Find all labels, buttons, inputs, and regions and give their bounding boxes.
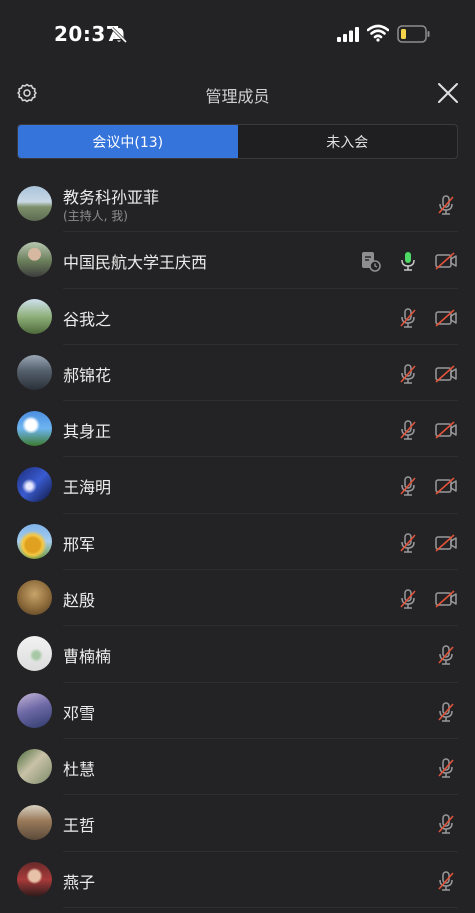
- header: 管理成员: [0, 70, 475, 118]
- status-bar: 20:37: [0, 0, 475, 70]
- avatar: [17, 354, 52, 390]
- member-row[interactable]: 王哲: [0, 795, 475, 852]
- avatar: [17, 636, 52, 672]
- member-name: 王海明: [63, 478, 112, 498]
- cellular-signal-icon: [337, 27, 359, 46]
- member-list: 教务科孙亚菲 (主持人, 我) 中国民航大学王庆西 谷我之 郝锦花 其身正 王海…: [0, 176, 475, 909]
- avatar: [17, 523, 52, 559]
- mic-muted-icon[interactable]: [395, 361, 421, 387]
- member-name: 王哲: [63, 816, 96, 836]
- member-row[interactable]: 燕子: [0, 852, 475, 909]
- member-row[interactable]: 赵殷: [0, 570, 475, 627]
- member-name: 其身正: [63, 422, 112, 442]
- member-name: 燕子: [63, 872, 96, 892]
- member-row[interactable]: 教务科孙亚菲 (主持人, 我): [0, 176, 475, 233]
- member-row[interactable]: 王海明: [0, 457, 475, 515]
- avatar: [17, 748, 52, 784]
- avatar: [17, 692, 52, 728]
- document-clock-icon[interactable]: [357, 248, 383, 274]
- mic-muted-icon[interactable]: [433, 811, 459, 837]
- member-row[interactable]: 邢军: [0, 514, 475, 571]
- camera-off-icon[interactable]: [433, 530, 459, 556]
- mic-muted-icon[interactable]: [433, 642, 459, 668]
- camera-off-icon[interactable]: [433, 417, 459, 443]
- mic-muted-icon[interactable]: [433, 192, 459, 218]
- tab-not-joined[interactable]: 未入会: [238, 125, 458, 158]
- wifi-icon: [366, 24, 390, 46]
- member-role: (主持人, 我): [63, 209, 128, 223]
- avatar: [17, 298, 52, 334]
- member-row[interactable]: 曹楠楠: [0, 626, 475, 683]
- member-name: 杜慧: [63, 759, 96, 779]
- avatar: [17, 805, 52, 841]
- camera-off-icon[interactable]: [433, 361, 459, 387]
- page-title: 管理成员: [205, 87, 270, 106]
- mic-muted-icon[interactable]: [433, 755, 459, 781]
- member-name: 郝锦花: [63, 365, 112, 385]
- member-name: 邢军: [63, 534, 96, 554]
- member-row[interactable]: 中国民航大学王庆西: [0, 232, 475, 289]
- tab-in-meeting[interactable]: 会议中(13): [18, 125, 238, 158]
- avatar: [17, 467, 52, 503]
- mic-active-icon[interactable]: [395, 248, 421, 274]
- camera-off-icon[interactable]: [433, 473, 459, 499]
- member-row[interactable]: 其身正: [0, 401, 475, 458]
- mic-muted-icon[interactable]: [433, 868, 459, 894]
- mic-muted-icon[interactable]: [395, 586, 421, 612]
- avatar: [17, 861, 52, 897]
- member-row[interactable]: 邓雪: [0, 683, 475, 740]
- member-row[interactable]: 谷我之: [0, 289, 475, 346]
- member-name: 谷我之: [63, 309, 112, 329]
- mic-muted-icon[interactable]: [395, 473, 421, 499]
- member-name: 赵殷: [63, 591, 96, 611]
- tab-bar: 会议中(13) 未入会: [17, 124, 458, 159]
- member-name: 邓雪: [63, 703, 96, 723]
- camera-off-icon[interactable]: [433, 305, 459, 331]
- mic-muted-icon[interactable]: [433, 699, 459, 725]
- member-name: 曹楠楠: [63, 647, 112, 667]
- member-row[interactable]: 郝锦花: [0, 345, 475, 402]
- avatar: [17, 580, 52, 616]
- camera-off-icon[interactable]: [433, 248, 459, 274]
- avatar: [17, 411, 52, 447]
- member-name: 中国民航大学王庆西: [63, 253, 208, 273]
- mic-muted-icon[interactable]: [395, 530, 421, 556]
- close-icon[interactable]: [437, 82, 459, 108]
- member-row[interactable]: 杜慧: [0, 739, 475, 796]
- avatar: [17, 242, 52, 278]
- camera-off-icon[interactable]: [433, 586, 459, 612]
- member-name: 教务科孙亚菲: [63, 188, 160, 207]
- mic-muted-icon[interactable]: [395, 305, 421, 331]
- bell-muted-icon: [110, 26, 128, 48]
- mic-muted-icon[interactable]: [395, 417, 421, 443]
- battery-icon: [397, 25, 431, 47]
- avatar: [17, 186, 52, 221]
